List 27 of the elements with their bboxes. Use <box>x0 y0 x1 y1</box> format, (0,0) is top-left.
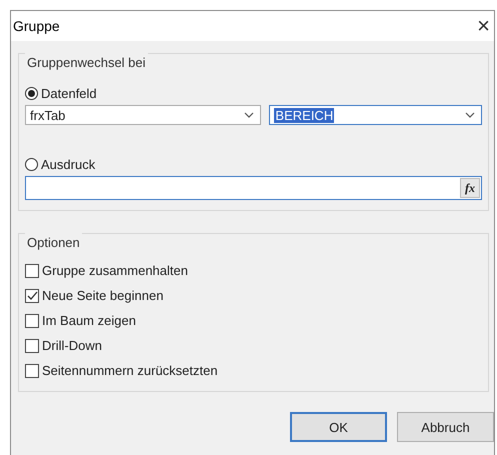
window-title: Gruppe <box>13 18 60 34</box>
radio-label: Ausdruck <box>41 157 96 172</box>
checkbox[interactable] <box>25 264 39 278</box>
dialog-button[interactable]: OK <box>290 412 387 442</box>
checkbox[interactable] <box>25 314 39 328</box>
function-button[interactable]: fx <box>460 178 480 198</box>
dialog-button[interactable]: Abbruch <box>397 412 494 442</box>
checkbox-label: Im Baum zeigen <box>42 313 136 328</box>
radio-label: Datenfeld <box>41 86 97 101</box>
chevron-down-icon <box>465 112 475 118</box>
radio-button[interactable] <box>25 87 38 100</box>
checkbox[interactable] <box>25 288 39 302</box>
group-legend: Gruppenwechsel bei <box>25 53 148 72</box>
checkmark-icon <box>26 290 38 300</box>
dataset-dropdown[interactable]: frxTab <box>25 105 262 125</box>
checkbox-label: Seitennummern zurücksetzten <box>42 363 218 378</box>
group-legend: Optionen <box>25 233 82 252</box>
checkbox[interactable] <box>25 338 39 352</box>
radio-button[interactable] <box>25 158 38 171</box>
expression-field[interactable]: fx <box>25 176 482 200</box>
checkbox[interactable] <box>25 364 39 378</box>
checkbox-label: Gruppe zusammenhalten <box>42 263 188 278</box>
close-button[interactable]: × <box>477 15 490 37</box>
checkbox-label: Neue Seite beginnen <box>42 288 164 303</box>
checkbox-label: Drill-Down <box>42 338 102 353</box>
field-dropdown[interactable]: BEREICH <box>269 105 482 125</box>
chevron-down-icon <box>244 112 254 118</box>
